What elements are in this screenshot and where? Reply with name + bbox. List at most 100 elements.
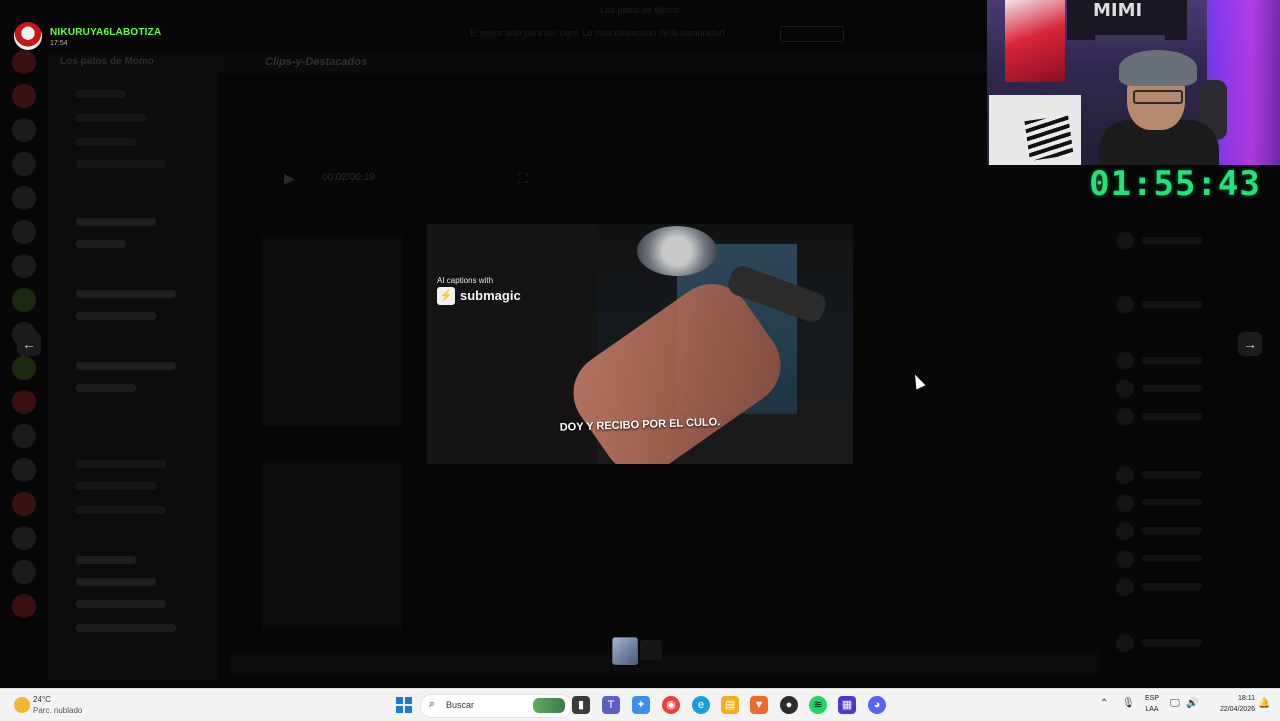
edge-icon[interactable]: e xyxy=(692,696,710,714)
server-icon[interactable] xyxy=(12,356,36,380)
member-item[interactable] xyxy=(1116,408,1266,426)
media-thumbnail[interactable] xyxy=(640,640,662,660)
weather-temp[interactable]: 24°C xyxy=(33,695,51,704)
member-item[interactable] xyxy=(1116,296,1266,314)
weather-desc[interactable]: Parc. nublado xyxy=(33,706,82,715)
server-icon[interactable] xyxy=(12,50,36,74)
volume-icon[interactable]: 🔊 xyxy=(1186,698,1198,709)
discord-icon[interactable]: ◕ xyxy=(868,696,886,714)
teams-icon[interactable]: T xyxy=(602,696,620,714)
avatar xyxy=(1116,296,1134,314)
server-icon[interactable] xyxy=(12,84,36,108)
server-icon[interactable] xyxy=(12,288,36,312)
member-item[interactable] xyxy=(1116,466,1266,484)
media-thumbnail[interactable] xyxy=(612,637,638,665)
channel-item[interactable] xyxy=(76,384,136,392)
language-indicator[interactable]: ESP xyxy=(1140,695,1164,702)
chevron-up-icon[interactable]: ⌃ xyxy=(1100,698,1108,709)
language-layout[interactable]: LAA xyxy=(1140,706,1164,713)
task-view-icon[interactable]: ▮ xyxy=(572,696,590,714)
network-icon[interactable]: 🖵 xyxy=(1170,698,1180,709)
member-name xyxy=(1142,413,1202,420)
avatar xyxy=(1116,352,1134,370)
channel-item[interactable] xyxy=(76,506,166,514)
server-icon[interactable] xyxy=(12,492,36,516)
server-icon[interactable] xyxy=(12,220,36,244)
channel-item[interactable] xyxy=(76,114,146,122)
avatar xyxy=(1116,232,1134,250)
member-name xyxy=(1142,471,1202,478)
stream-timer: 01:55:43 xyxy=(1089,164,1261,204)
submagic-icon: ⚡ xyxy=(437,287,455,305)
channel-item[interactable] xyxy=(76,624,176,632)
member-name xyxy=(1142,555,1202,562)
server-icon[interactable] xyxy=(12,186,36,210)
server-icon[interactable] xyxy=(12,458,36,482)
previous-media-button[interactable]: ← xyxy=(17,332,41,356)
avatar xyxy=(1116,550,1134,568)
channel-item[interactable] xyxy=(76,460,166,468)
channel-item[interactable] xyxy=(76,600,166,608)
channel-item[interactable] xyxy=(76,362,176,370)
microphone-icon[interactable]: 🎙 xyxy=(1122,698,1135,709)
chrome-icon[interactable]: ◉ xyxy=(662,696,680,714)
server-icon[interactable] xyxy=(12,254,36,278)
obs-icon[interactable]: ● xyxy=(780,696,798,714)
spotify-icon[interactable]: ≋ xyxy=(809,696,827,714)
app-grid-icon[interactable]: ▦ xyxy=(838,696,856,714)
server-icon[interactable] xyxy=(12,560,36,584)
clock-time[interactable]: 18:11 xyxy=(1205,695,1255,702)
channel-item[interactable] xyxy=(76,90,126,98)
message-attachment xyxy=(262,236,402,426)
member-item[interactable] xyxy=(1116,232,1266,250)
member-item[interactable] xyxy=(1116,550,1266,568)
member-item[interactable] xyxy=(1116,494,1266,512)
glasses xyxy=(1133,90,1183,104)
search-highlight-image xyxy=(533,698,565,713)
channel-item[interactable] xyxy=(76,312,156,320)
notification-bell-icon[interactable]: 🔔 xyxy=(1258,698,1270,709)
channel-item[interactable] xyxy=(76,240,126,248)
server-icon[interactable] xyxy=(12,118,36,142)
server-icon[interactable] xyxy=(12,594,36,618)
start-button[interactable] xyxy=(396,697,412,713)
channel-item[interactable] xyxy=(76,138,136,146)
channel-item[interactable] xyxy=(76,290,176,298)
member-item[interactable] xyxy=(1116,380,1266,398)
search-placeholder: Buscar xyxy=(446,700,475,710)
member-item[interactable] xyxy=(1116,634,1266,652)
channel-item[interactable] xyxy=(76,556,136,564)
banner-button[interactable] xyxy=(780,26,844,42)
windows-taskbar: 24°C Parc. nublado ⌕ Buscar ▮ T ✦ ◉ e ▤ … xyxy=(0,688,1280,721)
clock-date[interactable]: 22/04/2026 xyxy=(1205,706,1255,713)
member-name xyxy=(1142,385,1202,392)
webcam-feed: MIMI xyxy=(987,0,1280,165)
server-icon[interactable] xyxy=(12,152,36,176)
member-name xyxy=(1142,583,1202,590)
avatar xyxy=(1116,522,1134,540)
ai-captions-label: AI captions with xyxy=(437,276,494,285)
avatar xyxy=(1116,578,1134,596)
member-name xyxy=(1142,357,1202,364)
member-item[interactable] xyxy=(1116,522,1266,540)
weather-icon[interactable] xyxy=(14,697,30,713)
server-icon[interactable] xyxy=(12,424,36,448)
copilot-icon[interactable]: ✦ xyxy=(632,696,650,714)
server-name[interactable]: Los patos de Momo xyxy=(60,56,154,67)
shelf-items xyxy=(1095,35,1165,43)
channel-item[interactable] xyxy=(76,160,166,168)
channel-item[interactable] xyxy=(76,578,156,586)
brave-icon[interactable]: ▼ xyxy=(750,696,768,714)
file-explorer-icon[interactable]: ▤ xyxy=(721,696,739,714)
server-icon[interactable] xyxy=(12,526,36,550)
channel-item[interactable] xyxy=(76,482,156,490)
taskbar-search[interactable]: ⌕ Buscar xyxy=(420,694,572,718)
video-frame[interactable]: AI captions with ⚡ submagic DOY Y RECIBO… xyxy=(427,224,853,464)
member-item[interactable] xyxy=(1116,578,1266,596)
server-icon[interactable] xyxy=(12,390,36,414)
member-name xyxy=(1142,499,1202,506)
message-attachment xyxy=(262,460,402,630)
next-media-button[interactable]: → xyxy=(1238,332,1262,356)
channel-item[interactable] xyxy=(76,218,156,226)
avatar xyxy=(1116,494,1134,512)
